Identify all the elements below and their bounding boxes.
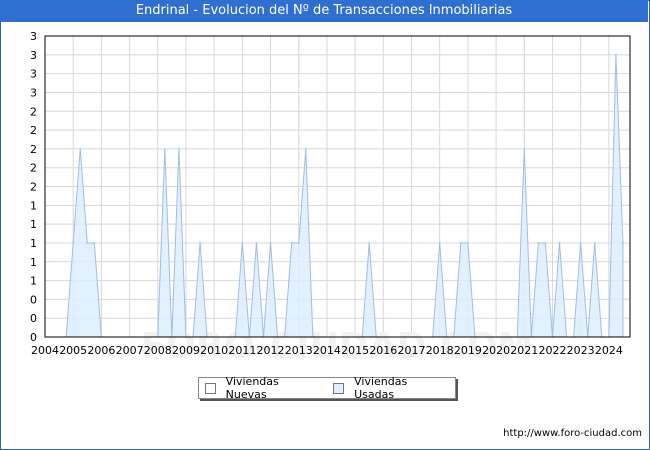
data-point-usadas [241,242,244,244]
data-point-usadas [615,54,617,56]
data-point-usadas [438,242,441,244]
legend-swatch-nuevas [205,382,216,394]
legend-item-nuevas: Viviendas Nuevas [205,375,319,401]
y-tick-label: 0 [30,293,37,306]
data-point-usadas [558,242,561,244]
x-tick-label: 2017 [398,344,426,357]
legend-swatch-usadas [333,382,345,394]
x-tick-label: 2024 [595,344,623,357]
footer-url: http://www.foro-ciudad.com [503,428,642,439]
y-tick-labels: 0 0 0 1 1 1 1 1 2 2 2 2 2 3 3 3 3 [30,30,37,344]
x-tick-label: 2012 [257,344,285,357]
data-point-usadas [544,242,547,244]
y-tick-label: 2 [30,162,37,175]
y-tick-label: 0 [30,312,37,325]
data-point-usadas [72,242,74,244]
x-tick-label: 2010 [200,344,228,357]
data-point-usadas [304,148,307,150]
y-tick-label: 1 [30,256,37,269]
data-point-usadas [460,242,462,244]
legend-item-usadas: Viviendas Usadas [333,375,447,401]
y-tick-label: 3 [30,49,37,62]
x-tick-label: 2007 [116,344,144,357]
data-point-usadas [297,242,300,244]
x-tick-label: 2005 [59,344,87,357]
data-point-usadas [523,148,526,150]
data-point-usadas [178,148,180,150]
y-tick-label: 3 [30,68,37,81]
legend: Viviendas Nuevas Viviendas Usadas [198,375,456,401]
data-point-usadas [537,242,540,244]
x-tick-label: 2015 [341,344,369,357]
data-point-usadas [164,148,166,150]
data-point-usadas [269,242,272,244]
x-tick-label: 2021 [510,344,538,357]
y-tick-label: 3 [30,86,37,99]
data-point-usadas [290,242,293,244]
x-tick-label: 2004 [31,344,59,357]
legend-label-usadas: Viviendas Usadas [354,375,408,401]
x-tick-label: 2020 [482,344,510,357]
series-layer [45,54,630,338]
y-tick-label: 2 [30,181,37,194]
x-tick-label: 2016 [369,344,397,357]
x-tick-labels: 2004 2005 2006 2007 2008 2009 2010 2011 2012 2013… [31,344,623,357]
data-point-usadas [579,242,582,244]
x-tick-label: 2022 [538,344,566,357]
data-point-usadas [93,242,96,244]
x-tick-label: 2009 [172,344,200,357]
data-point-usadas [593,242,596,244]
x-tick-label: 2006 [87,344,115,357]
data-point-usadas [255,242,258,244]
data-point-usadas [622,242,624,244]
y-tick-label: 1 [30,218,37,231]
y-tick-label: 1 [30,237,37,250]
y-tick-label: 2 [30,105,37,118]
series-area-viviendas-usadas [65,54,624,338]
x-tick-label: 2019 [454,344,482,357]
data-point-usadas [86,242,89,244]
y-tick-label: 2 [30,124,37,137]
y-tick-label: 1 [30,275,37,288]
legend-label-nuevas: Viviendas Nuevas [225,375,279,401]
y-tick-label: 1 [30,199,37,212]
x-tick-label: 2018 [426,344,454,357]
data-point-usadas [79,148,82,150]
data-point-usadas [368,242,371,244]
data-point-usadas [467,242,469,244]
y-tick-label: 3 [30,30,37,43]
data-point-usadas [199,242,201,244]
x-tick-label: 2011 [228,344,256,357]
x-tick-label: 2013 [285,344,313,357]
x-tick-label: 2023 [567,344,595,357]
y-tick-label: 0 [30,331,37,344]
x-tick-label: 2008 [144,344,172,357]
x-tick-label: 2014 [313,344,341,357]
y-tick-label: 2 [30,143,37,156]
